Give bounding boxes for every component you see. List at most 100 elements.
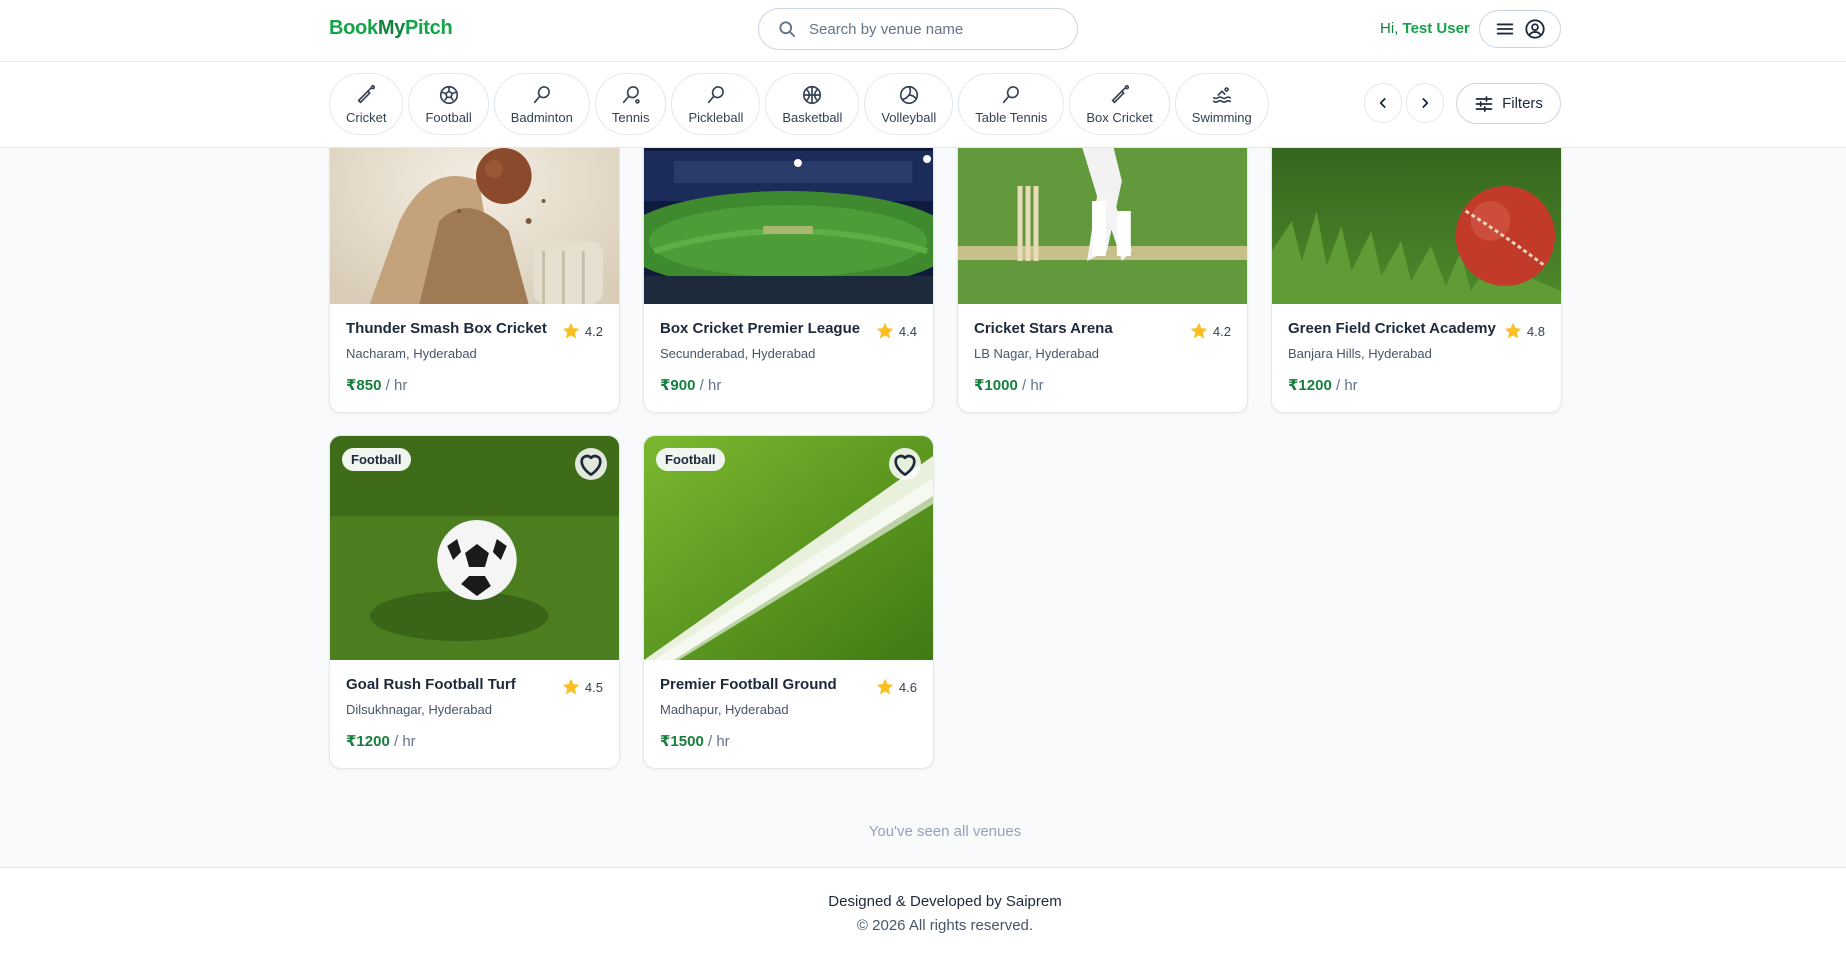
price-unit: / hr (699, 377, 722, 394)
badminton-racket-icon (533, 85, 550, 103)
category-cricket[interactable]: Cricket (329, 73, 404, 135)
user-name[interactable]: Test User (1403, 20, 1470, 37)
category-box-cricket[interactable]: Box Cricket (1069, 73, 1170, 135)
venue-card-body: Box Cricket Premier League 4.4 Secundera… (644, 304, 933, 412)
sport-tag: Football (656, 448, 725, 471)
venue-price: ₹1500 / hr (660, 732, 917, 750)
price-amount: ₹1200 (346, 733, 390, 750)
venue-image: Football (330, 436, 619, 660)
price-amount: ₹850 (346, 377, 382, 394)
price-unit: / hr (393, 733, 416, 750)
price-amount: ₹1500 (660, 733, 704, 750)
venue-price: ₹1200 / hr (1288, 376, 1545, 394)
category-swimming[interactable]: Swimming (1174, 73, 1269, 135)
price-unit: / hr (707, 733, 730, 750)
search-icon (779, 21, 795, 37)
category-label: Volleyball (881, 109, 937, 125)
rating-value: 4.5 (584, 679, 603, 695)
search-input[interactable] (809, 20, 1049, 38)
search-bar[interactable] (758, 8, 1078, 50)
venue-card[interactable]: Football Goal Rush Football Turf 4.5 Dil… (329, 435, 620, 769)
venue-card-body: Thunder Smash Box Cricket 4.2 Nacharam, … (330, 304, 619, 412)
price-unit: / hr (1335, 377, 1358, 394)
category-tennis[interactable]: Tennis (594, 73, 667, 135)
venue-price: ₹1200 / hr (346, 732, 603, 750)
venue-location: Banjara Hills, Hyderabad (1288, 346, 1432, 361)
venue-price: ₹1000 / hr (974, 376, 1231, 394)
star-icon (1190, 322, 1208, 339)
top-header: BookMyPitch Hi, Test User (0, 0, 1846, 62)
sport-tag: Football (342, 448, 411, 471)
category-label: Cricket (346, 109, 387, 125)
venue-rating: 4.8 (1503, 321, 1545, 341)
price-unit: / hr (1021, 377, 1044, 394)
category-volleyball[interactable]: Volleyball (864, 73, 954, 135)
venue-card[interactable]: Football Premier Football Ground 4.6 Mad… (643, 435, 934, 769)
venue-price: ₹850 / hr (346, 376, 603, 394)
venue-location: Nacharam, Hyderabad (346, 346, 477, 361)
filters-label: Filters (1502, 95, 1543, 112)
heart-icon (894, 454, 916, 476)
swimming-icon (1212, 86, 1231, 103)
venue-card-body: Green Field Cricket Academy 4.8 Banjara … (1272, 304, 1561, 412)
rating-value: 4.4 (898, 323, 917, 339)
cricket-bat-icon (357, 84, 376, 104)
user-avatar-icon (1525, 19, 1545, 39)
category-label: Box Cricket (1086, 109, 1153, 125)
venue-card-body: Goal Rush Football Turf 4.5 Dilsukhnagar… (330, 660, 619, 768)
star-icon (1504, 322, 1522, 339)
end-of-list-message: You've seen all venues (868, 823, 1022, 840)
price-amount: ₹900 (660, 377, 696, 394)
venue-card-body: Premier Football Ground 4.6 Madhapur, Hy… (644, 660, 933, 768)
category-basketball[interactable]: Basketball (765, 73, 860, 135)
star-icon (562, 678, 580, 695)
chevron-right-icon (1422, 98, 1429, 108)
sliders-icon (1475, 95, 1493, 112)
volleyball-icon (899, 85, 918, 104)
account-menu-button[interactable] (1479, 10, 1561, 48)
venue-location: Madhapur, Hyderabad (660, 702, 789, 717)
venue-location: LB Nagar, Hyderabad (974, 346, 1100, 361)
price-unit: / hr (385, 377, 408, 394)
category-badminton[interactable]: Badminton (493, 73, 590, 135)
basketball-icon (803, 85, 822, 104)
category-table-tennis[interactable]: Table Tennis (958, 73, 1065, 135)
venue-rating: 4.2 (1189, 321, 1231, 341)
star-icon (562, 322, 580, 339)
venue-rating: 4.2 (561, 321, 603, 341)
heart-icon (580, 454, 602, 476)
venue-image: Football (644, 436, 933, 660)
price-amount: ₹1200 (1288, 377, 1332, 394)
logo-part-book: Book (329, 17, 378, 39)
category-pickleball[interactable]: Pickleball (671, 73, 761, 135)
venue-rating: 4.6 (875, 677, 917, 697)
pickleball-paddle-icon (707, 85, 724, 103)
page-footer: Designed & Developed by Saiprem © 2026 A… (0, 867, 1846, 956)
table-tennis-icon (1003, 85, 1020, 103)
category-label: Tennis (611, 109, 650, 125)
venue-location: Secunderabad, Hyderabad (660, 346, 816, 361)
logo-part-pitch: Pitch (405, 17, 453, 39)
favorite-button[interactable] (889, 448, 921, 480)
category-label: Basketball (782, 109, 843, 125)
filters-button[interactable]: Filters (1456, 83, 1561, 124)
category-label: Swimming (1191, 109, 1252, 125)
football-icon (439, 85, 458, 104)
greeting-text: Hi, (1380, 20, 1399, 37)
venue-location: Dilsukhnagar, Hyderabad (346, 702, 492, 717)
brand-logo[interactable]: BookMyPitch (329, 17, 453, 40)
logo-part-my: My (377, 17, 405, 39)
star-icon (876, 322, 894, 339)
favorite-button[interactable] (575, 448, 607, 480)
category-scroll-left-button[interactable] (1364, 83, 1402, 123)
category-bar: Cricket Football Badminton Tennis Pickle… (0, 62, 1846, 148)
chevron-left-icon (1379, 98, 1386, 108)
rating-value: 4.2 (1212, 323, 1231, 339)
category-list: Cricket Football Badminton Tennis Pickle… (329, 73, 1269, 135)
category-football[interactable]: Football (408, 73, 489, 135)
venue-rating: 4.5 (561, 677, 603, 697)
category-label: Football (425, 109, 472, 125)
category-label: Table Tennis (975, 109, 1048, 125)
category-scroll-right-button[interactable] (1406, 83, 1444, 123)
user-greeting: Hi, Test User (1380, 20, 1470, 37)
